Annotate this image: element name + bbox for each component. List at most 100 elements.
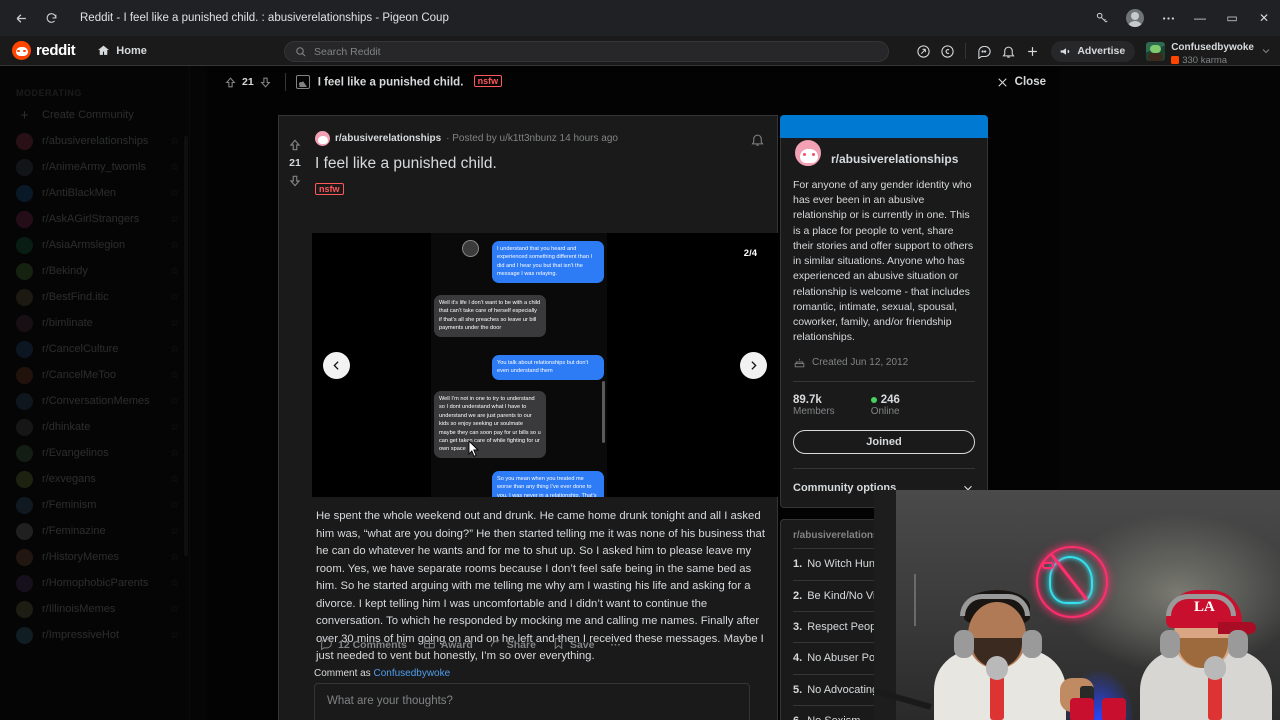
created-label: Created Jun 12, 2012 [812, 357, 909, 369]
reddit-header: reddit Home Search Reddit Advertise Conf… [0, 36, 1280, 66]
chevron-right-icon [751, 361, 757, 370]
online-count: 246 [880, 394, 900, 407]
post-action-award[interactable]: Award [417, 634, 479, 656]
subreddit-created: Created Jun 12, 2012 [793, 356, 975, 369]
post-action-bar: 12 Comments Award Share Save ··· [314, 634, 627, 656]
subreddit-stats: 89.7k Members 246 Online [793, 381, 975, 417]
headphone-right [1228, 630, 1248, 658]
advertise-button[interactable]: Advertise [1051, 40, 1136, 62]
mic-boom-arm [874, 674, 934, 720]
rule-number: 5. [793, 683, 803, 696]
popular-icon[interactable] [912, 40, 934, 62]
post-action-save[interactable]: Save [546, 634, 601, 656]
rule-number: 1. [793, 558, 803, 571]
close-lightbox-button[interactable]: Close [996, 76, 1046, 89]
gallery-next-button[interactable] [740, 352, 767, 379]
downvote-button[interactable] [257, 73, 275, 91]
post-action-label: Save [569, 639, 595, 651]
close-window-button[interactable]: ✕ [1248, 0, 1280, 36]
follow-post-bell-icon[interactable] [750, 132, 765, 152]
three-dots-icon[interactable] [1152, 0, 1184, 36]
comment-as-label: Comment as Confusedbywoke [314, 668, 450, 679]
plus-icon[interactable] [1021, 40, 1043, 62]
search-input-placeholder: Search Reddit [314, 45, 381, 58]
rule-text: No Sexism [807, 714, 860, 720]
advertise-label: Advertise [1077, 45, 1126, 57]
cake-icon [794, 359, 805, 368]
chat-bubble-right: So you mean when you treated me worse th… [492, 471, 604, 497]
post-action-12-comments[interactable]: 12 Comments [314, 634, 413, 656]
post-action-[interactable]: ··· [604, 634, 627, 656]
divider [284, 73, 286, 91]
rule-number: 2. [793, 589, 803, 602]
window-controls: — ▭ ✕ [1086, 0, 1280, 36]
post-nsfw-row: nsfw [315, 180, 765, 198]
maximize-button[interactable]: ▭ [1216, 0, 1248, 36]
reddit-logo[interactable]: reddit [12, 41, 76, 60]
gallery-counter: 2/4 [736, 246, 764, 261]
webcam-overlay: LA [874, 490, 1280, 720]
online-stat: 246 Online [870, 394, 900, 417]
header-actions: Advertise Confusedbywoke 330 karma [912, 36, 1272, 66]
browser-titlebar: Reddit - I feel like a punished child. :… [0, 0, 1280, 36]
close-label: Close [1014, 76, 1046, 88]
bookmark-icon [552, 637, 565, 653]
user-menu[interactable]: Confusedbywoke 330 karma [1143, 37, 1272, 66]
comment-input[interactable]: What are your thoughts? [314, 683, 750, 720]
subreddit-header: r/abusiverelationships [793, 138, 975, 168]
image-scroll-indicator [602, 381, 605, 443]
karma-label: 330 karma [1182, 54, 1228, 66]
rule-number: 3. [793, 621, 803, 633]
vote-score: 21 [242, 76, 254, 88]
karma-row: 330 karma [1171, 55, 1254, 66]
subreddit-link[interactable]: r/abusiverelationships [335, 133, 441, 144]
rule-number: 6. [793, 714, 802, 720]
chat-icon[interactable] [973, 40, 995, 62]
profile-icon[interactable] [1126, 9, 1144, 27]
comment-icon [320, 637, 333, 653]
bell-icon[interactable] [997, 40, 1019, 62]
post-upvote-button[interactable] [286, 136, 304, 154]
headphone-left [1160, 630, 1180, 658]
refresh-icon[interactable] [36, 3, 66, 33]
comment-as-username[interactable]: Confusedbywoke [373, 668, 450, 679]
post-action-label: ··· [610, 639, 621, 651]
gallery-prev-button[interactable] [323, 352, 350, 379]
subreddit-icon [315, 131, 330, 146]
post-action-label: Share [506, 639, 536, 651]
mouse-cursor [468, 439, 480, 458]
nsfw-badge: nsfw [315, 182, 344, 195]
members-stat: 89.7k Members [793, 394, 835, 417]
close-icon [997, 77, 1007, 87]
search-bar[interactable]: Search Reddit [284, 41, 889, 62]
back-arrow-icon[interactable] [6, 3, 36, 33]
post-action-share[interactable]: Share [483, 634, 542, 656]
reddit-alien-icon [12, 41, 31, 60]
headphone-right [1022, 630, 1042, 658]
joined-button[interactable]: Joined [793, 430, 975, 455]
post-downvote-button[interactable] [286, 172, 304, 190]
image-marker-icon [462, 240, 479, 257]
upvote-button[interactable] [221, 73, 239, 91]
home-nav-item[interactable]: Home [97, 44, 147, 57]
post-action-label: 12 Comments [338, 639, 407, 651]
key-icon[interactable] [1086, 0, 1118, 36]
chat-bubble-right: I understand that you heard and experien… [492, 241, 604, 283]
karma-icon [1171, 56, 1180, 64]
minimize-button[interactable]: — [1184, 0, 1216, 36]
username: Confusedbywoke [1171, 41, 1254, 53]
chat-screenshot: I understand that you heard and experien… [431, 233, 607, 497]
post-gallery[interactable]: I understand that you heard and experien… [312, 233, 778, 497]
post-card: 21 r/abusiverelationships · Posted by u/… [278, 115, 778, 720]
lightbox-title-text: I feel like a punished child. [317, 76, 464, 89]
subreddit-name[interactable]: r/abusiverelationships [831, 141, 958, 166]
post-vote-column: 21 [279, 116, 311, 720]
headphone-left [954, 630, 974, 658]
post-action-label: Award [440, 639, 473, 651]
members-label: Members [793, 406, 835, 418]
coins-icon[interactable] [936, 40, 958, 62]
members-count: 89.7k [793, 394, 822, 407]
window-title: Reddit - I feel like a punished child. :… [80, 12, 449, 24]
online-status-dot [870, 397, 877, 404]
chevron-down-icon [1262, 49, 1270, 54]
